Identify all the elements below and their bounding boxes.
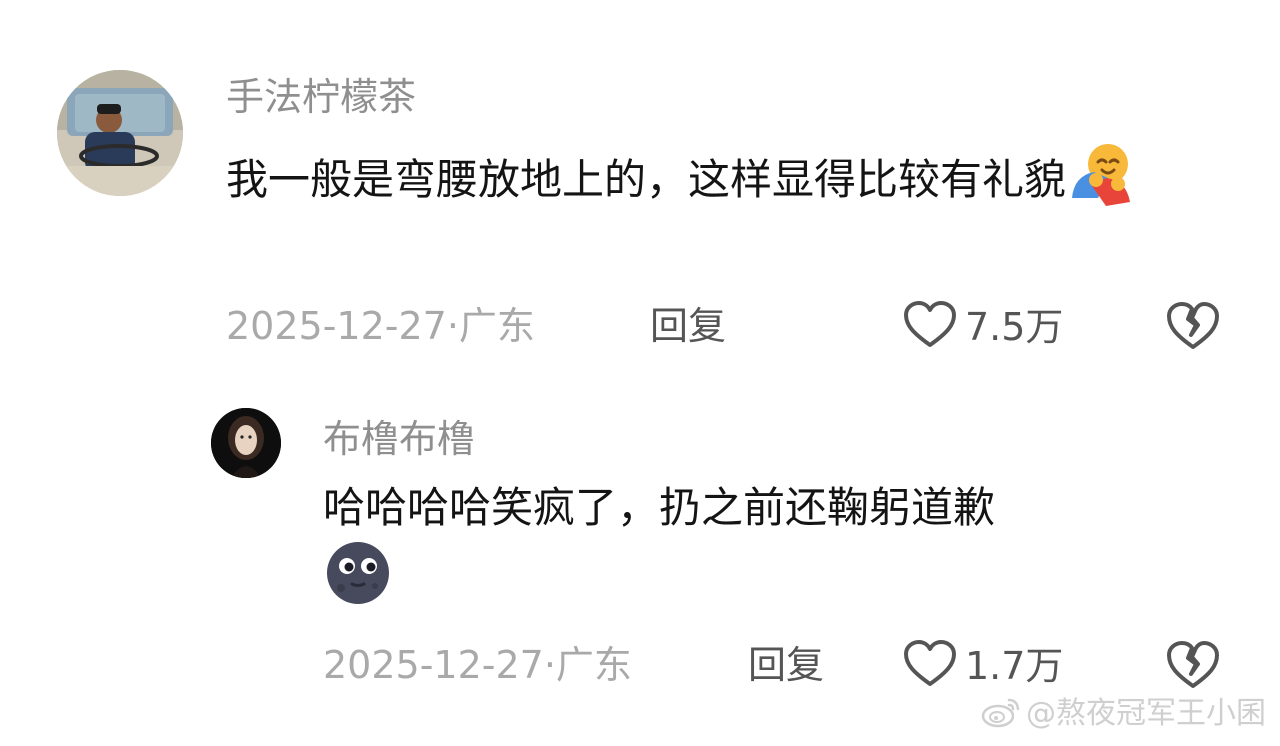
avatar[interactable] [211,408,281,478]
avatar-image [211,408,281,478]
username[interactable]: 手法柠檬茶 [226,78,416,116]
dislike-button[interactable] [1166,640,1220,694]
comment-text-body: 我一般是弯腰放地上的，这样显得比较有礼貌 [226,155,1067,204]
like-button[interactable]: 1.7万 [903,640,1063,692]
like-count: 1.7万 [965,644,1064,688]
broken-heart-icon [1166,641,1220,694]
like-button[interactable]: 7.5万 [903,301,1063,353]
like-count: 7.5万 [965,305,1064,349]
username[interactable]: 布橹布橹 [323,420,475,458]
heart-icon [903,301,957,353]
new-moon-face-emoji-icon [325,540,391,606]
comment-reply: 布橹布橹 哈哈哈哈笑疯了，扔之前还鞠躬道歉 2025-12-27·广东 回复 1… [0,390,1280,746]
reply-button[interactable]: 回复 [748,646,824,684]
heart-icon [903,640,957,692]
broken-heart-icon [1166,302,1220,355]
watermark-text: @熬夜冠军王小囷 [1026,696,1266,731]
avatar[interactable] [57,70,183,196]
dislike-button[interactable] [1166,301,1220,355]
comment-text-body: 哈哈哈哈笑疯了，扔之前还鞠躬道歉 [323,483,996,532]
reply-button[interactable]: 回复 [650,307,726,345]
comment-text: 我一般是弯腰放地上的，这样显得比较有礼貌 [226,140,1236,212]
avatar-image [57,70,183,196]
comment-date-location: 2025-12-27·广东 [323,643,632,687]
comment-date-location: 2025-12-27·广东 [226,304,535,348]
watermark: @熬夜冠军王小囷 [980,694,1266,734]
weibo-logo-icon [980,694,1022,734]
comment-text: 哈哈哈哈笑疯了，扔之前还鞠躬道歉 [323,476,1203,612]
comment-main: 手法柠檬茶 我一般是弯腰放地上的，这样显得比较有礼貌 2025-12-27·广东… [0,0,1280,390]
smiling-face-hugging-emoji-icon [1068,140,1134,206]
